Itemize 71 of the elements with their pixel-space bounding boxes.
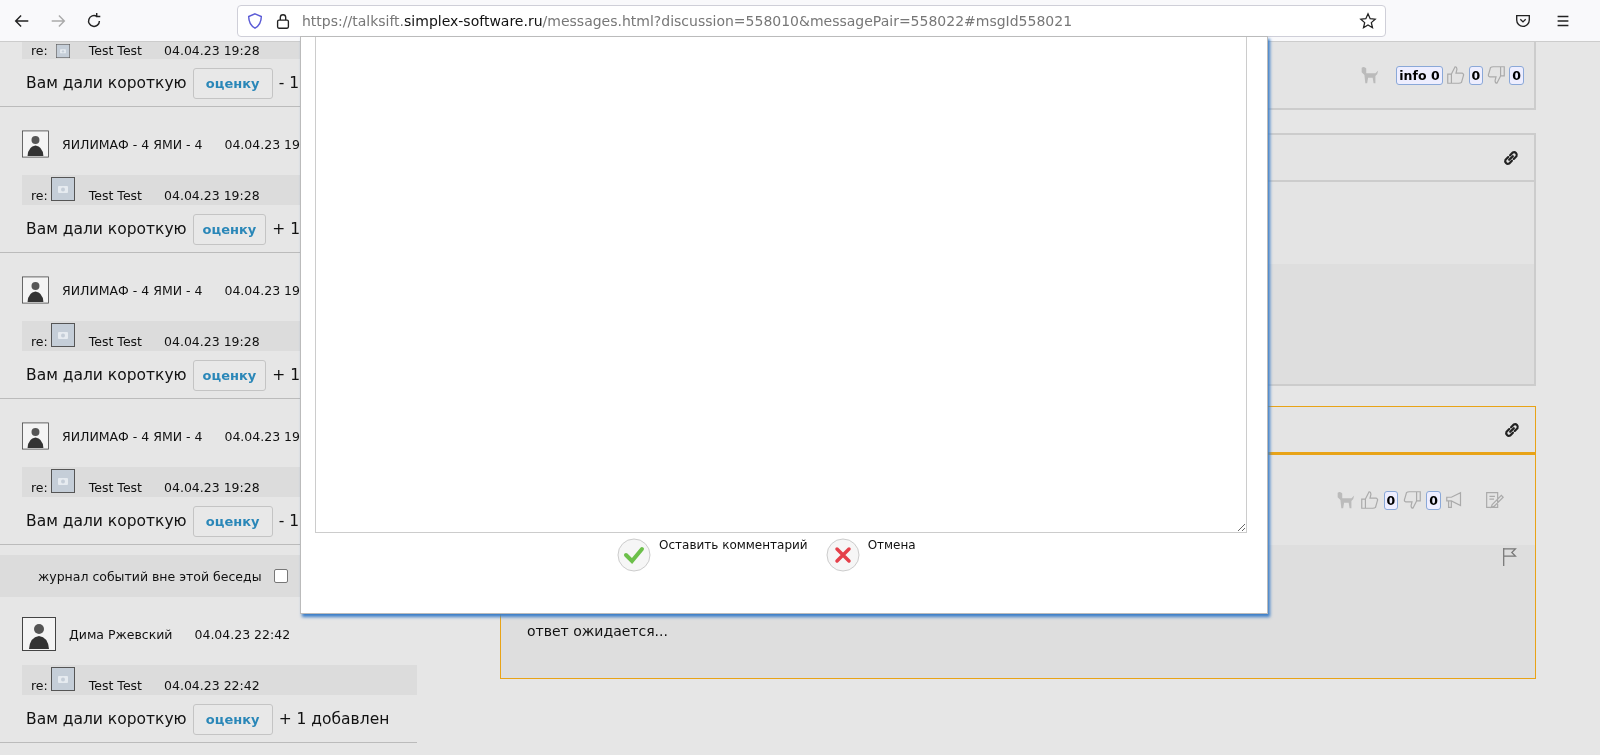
camera-icon [50, 323, 75, 347]
reply-time: 04.04.23 22:42 [164, 678, 260, 693]
reply-prefix: re: [31, 480, 48, 495]
dislike-count: 0 [1426, 490, 1441, 510]
thumbs-up-icon[interactable] [1444, 64, 1467, 86]
message-time: 04.04.23 19 [224, 136, 300, 152]
author-name: ЯИЛИМАФ - 4 ЯМИ - 4 [61, 282, 203, 298]
thumbs-down-icon[interactable] [1401, 489, 1424, 511]
rating-result: + 1 добавлен [278, 710, 390, 728]
rating-result: - 1 [278, 74, 300, 92]
reload-icon[interactable] [85, 11, 103, 30]
shield-icon[interactable] [246, 11, 264, 30]
camera-icon [50, 469, 75, 493]
rating-button[interactable]: оценку [192, 505, 273, 537]
reply-author: Test Test [88, 480, 142, 495]
journal-label: журнал событий вне этой беседы [38, 568, 262, 584]
rating-button[interactable]: оценку [192, 67, 273, 99]
reply-author: Test Test [88, 188, 142, 203]
author-name: ЯИЛИМАФ - 4 ЯМИ - 4 [61, 428, 203, 444]
rating-text: Вам дали короткую [26, 512, 187, 530]
checkbox[interactable] [273, 569, 288, 583]
rating-text: Вам дали короткую [26, 220, 187, 238]
reply-author: Test Test [88, 43, 142, 58]
reply-author: Test Test [88, 678, 142, 693]
checkmark-icon[interactable] [617, 538, 651, 572]
rating-result: + 1 [272, 220, 300, 238]
reply-time: 04.04.23 19:28 [164, 480, 260, 495]
url-text: https://talksift.simplex-software.ru/messages.html?discussion=558010&messagePair=558022#msgId558021 [302, 12, 1073, 29]
author-name: Дима Ржевский [69, 626, 173, 642]
reply-time: 04.04.23 19:28 [164, 334, 260, 349]
cancel-button[interactable]: Отмена [825, 538, 916, 572]
rating-button[interactable]: оценку [192, 703, 273, 735]
cross-icon[interactable] [825, 538, 860, 572]
avatar-icon [22, 617, 56, 651]
reply-prefix: re: [31, 334, 48, 349]
camera-icon [50, 177, 75, 201]
info-badge[interactable]: info 0 [1396, 65, 1443, 85]
status-text: ответ ожидается... [527, 623, 668, 639]
reply-author: Test Test [88, 334, 142, 349]
submit-button[interactable]: Оставить комментарий [617, 538, 808, 572]
avatar-icon [22, 273, 49, 307]
reply-prefix: re: [31, 678, 48, 693]
dislike-count: 0 [1509, 65, 1524, 85]
camera-icon [50, 667, 75, 691]
rating-button[interactable]: оценку [192, 359, 267, 391]
thumbs-up-icon[interactable] [1358, 489, 1381, 511]
reply-prefix: re: [31, 43, 48, 58]
author-name: ЯИЛИМАФ - 4 ЯМИ - 4 [61, 136, 203, 152]
comment-field[interactable] [315, 37, 1247, 533]
avatar-icon [22, 127, 49, 161]
message-time: 04.04.23 19 [224, 282, 300, 298]
reply-time: 04.04.23 19:28 [164, 188, 260, 203]
rating-result: + 1 [272, 366, 300, 384]
rating-text: Вам дали короткую [26, 710, 187, 728]
message-time: 04.04.23 22:42 [194, 626, 291, 642]
reply-time: 04.04.23 19:28 [164, 43, 260, 58]
address-bar[interactable]: https://talksift.simplex-software.ru/messages.html?discussion=558010&messagePair=558022#msgId558021 [237, 4, 1386, 37]
star-icon[interactable] [1359, 11, 1377, 30]
message-time: 04.04.23 19 [224, 428, 300, 444]
like-count: 0 [1468, 65, 1484, 85]
flag-icon[interactable] [1501, 545, 1519, 569]
lock-icon[interactable] [274, 11, 292, 30]
rating-text: Вам дали короткую [26, 366, 187, 384]
reply-prefix: re: [31, 188, 48, 203]
thumbs-down-icon[interactable] [1485, 64, 1508, 86]
rating-text: Вам дали короткую [26, 74, 187, 92]
avatar-icon [22, 419, 49, 453]
rating-result: - 1 [278, 512, 300, 530]
edit-icon[interactable] [1483, 489, 1505, 511]
like-count: 0 [1383, 490, 1399, 510]
rating-button[interactable]: оценку [192, 213, 267, 245]
